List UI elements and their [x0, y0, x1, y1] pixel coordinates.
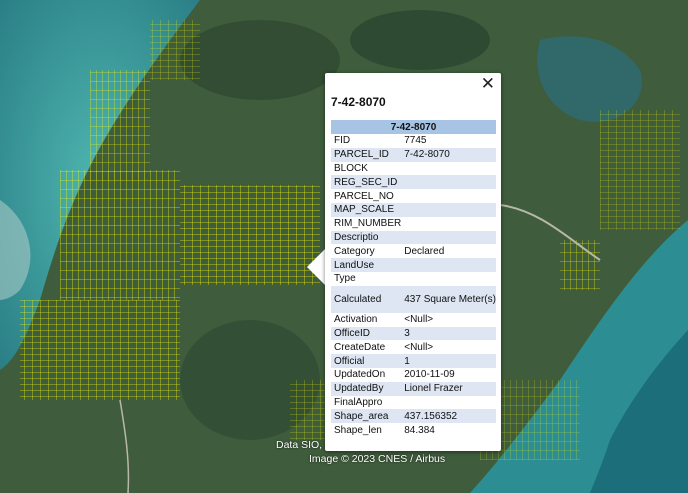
attribute-value [401, 189, 496, 203]
attribute-value: Lionel Frazer [401, 381, 496, 396]
attribute-key: UpdatedBy [331, 381, 402, 396]
attribute-table: 7-42-8070 FID 7745 PARCEL_ID 7-42-8070 BLOCK… [331, 120, 496, 437]
table-row: REG_SEC_ID [331, 175, 496, 190]
attribute-key: FID [334, 135, 351, 147]
table-row: UpdatedOn 2010-11-09 [331, 368, 496, 382]
attribute-key: RIM_NUMBER [334, 218, 402, 230]
close-icon[interactable]: ✕ [481, 76, 495, 93]
attribute-value: <Null> [404, 341, 434, 353]
attribute-value: 84.384 [404, 424, 435, 436]
attribute-value [401, 162, 496, 176]
attribute-value [401, 175, 496, 190]
table-row: CreateDate <Null> [331, 340, 496, 354]
attribute-key: Shape_len [334, 424, 382, 436]
attribute-key: PARCEL_NO [334, 190, 394, 202]
attribute-value: 1 [401, 354, 496, 368]
table-row: PARCEL_NO [331, 189, 496, 203]
table-row: Shape_area 437.156352 [331, 409, 496, 424]
attribute-value [401, 202, 496, 217]
attribute-key: Category [334, 245, 375, 257]
table-row: MAP_SCALE [331, 202, 496, 217]
attribute-value [401, 258, 496, 272]
table-row: Shape_len 84.384 [331, 423, 496, 437]
table-row: Category Declared [331, 244, 496, 258]
attribute-key: BLOCK [334, 162, 368, 174]
attribute-value: Declared [404, 245, 445, 257]
attribute-value: 437 Square Meter(s) [401, 285, 496, 313]
table-row: UpdatedBy Lionel Frazer [331, 381, 496, 396]
popup-pointer [307, 248, 326, 286]
attribute-key: Shape_area [331, 409, 402, 424]
attribute-key: CreateDate [334, 341, 386, 353]
table-row: Descriptio [331, 230, 496, 245]
attribute-key: LandUse [331, 258, 402, 272]
attribute-value: 2010-11-09 [404, 369, 455, 381]
map-attribution-image: Image © 2023 CNES / Airbus [309, 453, 446, 465]
table-row: BLOCK [331, 162, 496, 176]
attribute-key: Type [334, 273, 356, 285]
table-row: Calculated 437 Square Meter(s) [331, 285, 496, 313]
table-row: Activation <Null> [331, 313, 496, 327]
attribute-key: Calculated [331, 285, 402, 313]
attribute-value: 7745 [404, 135, 427, 147]
table-row: Official 1 [331, 354, 496, 368]
table-row: RIM_NUMBER [331, 217, 496, 231]
table-row: FinalAppro [331, 396, 496, 410]
attribute-value [401, 217, 496, 231]
attribute-value [401, 230, 496, 245]
attribute-value [401, 272, 496, 286]
attribute-key: Official [331, 354, 402, 368]
parcel-info-popup: ✕ 7-42-8070 7-42-8070 FID 7745 PARCEL_ID 7-… [325, 73, 501, 451]
table-row: Type [331, 272, 496, 286]
attribute-key: UpdatedOn [334, 369, 386, 381]
attribute-value: <Null> [404, 314, 434, 326]
table-row: LandUse [331, 258, 496, 272]
attribute-key: Activation [334, 314, 378, 326]
attribute-key: PARCEL_ID [331, 147, 402, 162]
table-header: 7-42-8070 [331, 120, 496, 134]
attribute-key: FinalAppro [334, 396, 383, 408]
table-row: OfficeID 3 [331, 326, 496, 341]
map-attribution-data: Data SIO, [276, 439, 323, 451]
attribute-key: OfficeID [331, 326, 402, 341]
attribute-value: 3 [401, 326, 496, 341]
attribute-value: 437.156352 [401, 409, 496, 424]
popup-title: 7-42-8070 [331, 95, 386, 109]
table-row: PARCEL_ID 7-42-8070 [331, 147, 496, 162]
attribute-key: Descriptio [331, 230, 402, 245]
attribute-value: 7-42-8070 [401, 147, 496, 162]
attribute-key: REG_SEC_ID [331, 175, 402, 190]
table-row: FID 7745 [331, 134, 496, 148]
attribute-value [401, 396, 496, 410]
attribute-key: MAP_SCALE [331, 202, 402, 217]
